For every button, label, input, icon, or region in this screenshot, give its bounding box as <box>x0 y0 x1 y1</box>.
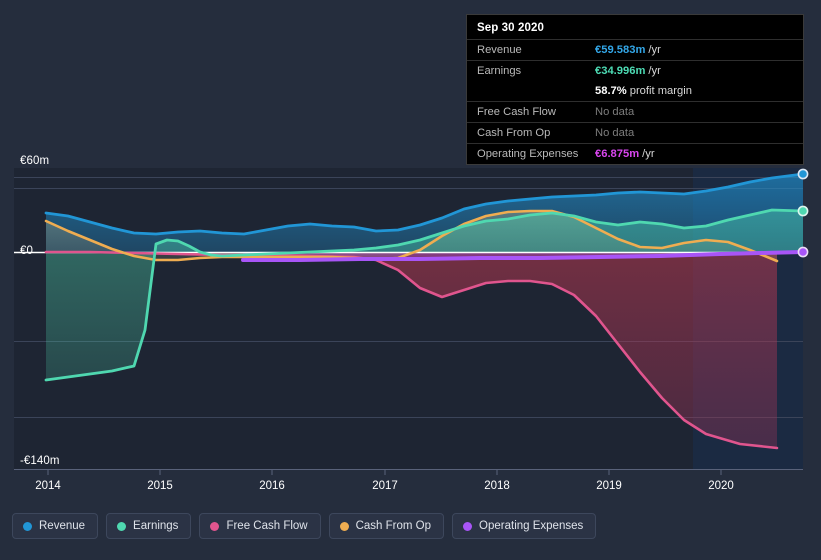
endpoint-marker-earnings <box>797 205 809 217</box>
x-axis-label-2020: 2020 <box>708 480 734 492</box>
tooltip-date-title: Sep 30 2020 <box>477 22 544 34</box>
tooltip-row-earnings: Earnings €34.996m /yr <box>467 60 803 81</box>
x-axis-label-2018: 2018 <box>484 480 510 492</box>
tooltip-row-profit-margin: 58.7% profit margin <box>467 81 803 101</box>
tooltip-key-revenue: Revenue <box>477 44 522 56</box>
legend-label-earnings: Earnings <box>133 520 179 532</box>
legend-item-free-cash-flow[interactable]: Free Cash Flow <box>199 513 321 539</box>
legend-label-cash-from-op: Cash From Op <box>355 520 432 532</box>
legend-dot-revenue-icon <box>23 521 32 531</box>
tooltip-unit-revenue: /yr <box>648 44 661 56</box>
legend-item-cash-from-op[interactable]: Cash From Op <box>328 513 445 539</box>
tooltip-key-earnings: Earnings <box>477 65 522 77</box>
x-axis-label-2015: 2015 <box>147 480 173 492</box>
legend-item-earnings[interactable]: Earnings <box>106 513 192 539</box>
chart-legend: Revenue Earnings Free Cash Flow Cash Fro… <box>12 513 597 539</box>
tooltip-unit-operating-expenses: /yr <box>642 148 655 160</box>
tooltip-row-cash-from-op: Cash From Op No data <box>467 122 803 143</box>
tooltip-value-earnings: €34.996m <box>595 65 646 77</box>
tooltip-value-revenue: €59.583m <box>595 44 646 56</box>
endpoint-marker-revenue <box>797 168 809 180</box>
tooltip-value-free-cash-flow: No data <box>595 106 635 118</box>
data-tooltip: Sep 30 2020 Revenue €59.583m /yr Earning… <box>466 14 804 165</box>
tooltip-value-cash-from-op: No data <box>595 127 635 139</box>
tooltip-value-profit-margin: 58.7% <box>595 85 627 97</box>
x-axis-label-2017: 2017 <box>372 480 398 492</box>
tooltip-value-operating-expenses: €6.875m <box>595 148 640 160</box>
tooltip-row-operating-expenses: Operating Expenses €6.875m /yr <box>467 143 803 164</box>
tooltip-unit-earnings: /yr <box>648 65 661 77</box>
x-axis-label-2019: 2019 <box>596 480 622 492</box>
legend-item-operating-expenses[interactable]: Operating Expenses <box>452 513 597 539</box>
x-axis-label-2014: 2014 <box>35 480 61 492</box>
endpoint-marker-operating-expenses <box>797 246 809 258</box>
legend-label-free-cash-flow: Free Cash Flow <box>226 520 308 532</box>
financial-performance-chart: €60m €0 -€140m 2014 2015 2016 2017 2018 … <box>0 0 821 560</box>
tooltip-row-revenue: Revenue €59.583m /yr <box>467 39 803 60</box>
x-axis-label-2016: 2016 <box>259 480 285 492</box>
tooltip-key-free-cash-flow: Free Cash Flow <box>477 106 556 118</box>
tooltip-unit-profit-margin: profit margin <box>629 85 692 97</box>
legend-dot-cash-from-op-icon <box>339 521 349 531</box>
legend-dot-free-cash-flow-icon <box>210 521 220 531</box>
legend-dot-earnings-icon <box>117 521 127 531</box>
legend-label-operating-expenses: Operating Expenses <box>479 520 584 532</box>
tooltip-key-operating-expenses: Operating Expenses <box>477 148 579 160</box>
tooltip-row-free-cash-flow: Free Cash Flow No data <box>467 101 803 122</box>
y-axis-label-bottom: -€140m <box>20 455 60 467</box>
legend-dot-operating-expenses-icon <box>463 521 473 531</box>
legend-label-revenue: Revenue <box>39 520 86 532</box>
y-axis-label-top: €60m <box>20 155 50 167</box>
y-axis-label-zero: €0 <box>20 245 33 257</box>
tooltip-key-cash-from-op: Cash From Op <box>477 127 551 139</box>
legend-item-revenue[interactable]: Revenue <box>12 513 99 539</box>
